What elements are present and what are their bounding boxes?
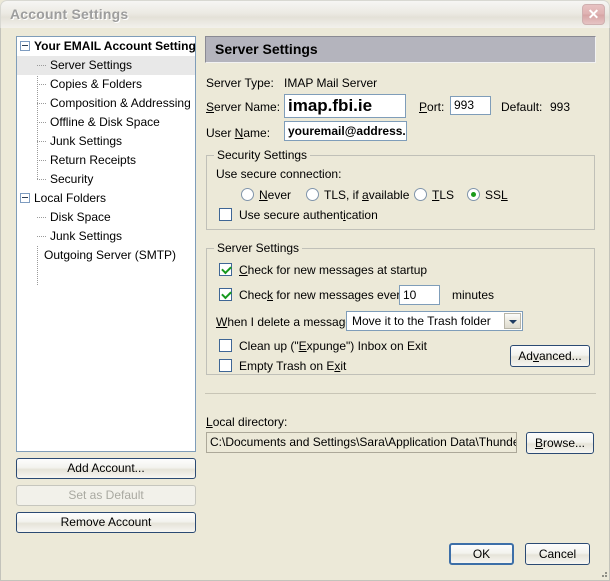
checkbox-check-every[interactable] [219,288,232,301]
tree-item-label: Junk Settings [50,229,123,243]
ok-label: OK [472,547,491,561]
tree-item-offline-and-disk-space[interactable]: Offline & Disk Space [17,113,195,132]
settings-panel: Server Settings Server Type: IMAP Mail S… [205,36,596,565]
set-as-default-label: Set as Default [68,488,144,502]
server-name-label: Server Name: [206,100,281,114]
advanced-label: Advanced... [518,349,582,363]
use-secure-authentication-label: Use secure authentication [239,208,378,222]
server-type-label: Server Type: [206,76,274,90]
browse-button[interactable]: Browse... [526,432,594,454]
radio-never-label: Never [259,188,292,202]
close-icon: ✕ [587,6,600,22]
tree-item-junk-settings-local[interactable]: Junk Settings [17,227,195,246]
remove-account-button[interactable]: Remove Account [16,512,196,533]
server-settings-group-title: Server Settings [214,241,303,255]
tree-item-label: Copies & Folders [50,77,143,91]
close-button[interactable]: ✕ [582,4,605,25]
check-at-startup-label: Check for new messages at startup [239,263,428,277]
tree-item-label: Your EMAIL Account Settings [34,39,196,53]
tree-item-label: Offline & Disk Space [50,115,160,129]
server-name-input[interactable]: imap.fbi.ie [284,94,406,118]
radio-never[interactable] [241,188,254,201]
ok-button[interactable]: OK [449,543,514,565]
radio-tls-label: TLS [432,188,455,202]
tree-item-label: Outgoing Server (SMTP) [44,248,177,262]
tree-item-return-receipts[interactable]: Return Receipts [17,151,195,170]
expunge-on-exit-label: Clean up ("Expunge") Inbox on Exit [239,339,427,353]
minutes-label: minutes [452,288,495,302]
add-account-label: Add Account... [67,461,145,475]
check-every-label: Check for new messages every [239,288,407,302]
radio-tls-if-available[interactable] [306,188,319,201]
dialog-body: Your EMAIL Account Settings Server Setti… [0,28,610,581]
port-label: Port: [419,100,445,114]
tree-item-label: Return Receipts [50,153,137,167]
tree-item-label: Local Folders [34,191,107,205]
tree-item-label: Server Settings [50,58,133,72]
checkbox-check-at-startup[interactable] [219,263,232,276]
radio-ssl-label: SSL [485,188,508,202]
account-tree[interactable]: Your EMAIL Account Settings Server Setti… [16,36,196,452]
checkbox-expunge-on-exit[interactable] [219,339,232,352]
tree-item-copies-and-folders[interactable]: Copies & Folders [17,75,195,94]
port-input[interactable]: 993 [450,96,491,115]
account-settings-dialog: Account Settings ✕ Your EMAIL Account Se… [0,0,610,581]
local-directory-label: Local directory: [206,415,288,429]
tree-item-server-settings[interactable]: Server Settings [17,56,195,75]
advanced-button[interactable]: Advanced... [510,345,590,367]
empty-trash-on-exit-label: Empty Trash on Exit [239,359,347,373]
security-settings-group: Security Settings Use secure connection:… [206,148,595,230]
browse-label: Browse... [534,436,586,450]
tree-item-disk-space[interactable]: Disk Space [17,208,195,227]
default-port-label: Default: [501,100,543,114]
tree-item-label: Composition & Addressing [50,96,191,110]
tree-item-local-folders[interactable]: Local Folders [17,189,195,208]
tree-item-label: Security [50,172,94,186]
tree-item-junk-settings[interactable]: Junk Settings [17,132,195,151]
default-port-value: 993 [550,100,571,114]
collapse-icon[interactable] [20,193,30,203]
chevron-down-icon[interactable] [504,313,521,329]
delete-message-value: Move it to the Trash folder [352,314,491,328]
user-name-input[interactable]: youremail@address.ie [284,121,407,141]
tree-item-security[interactable]: Security [17,170,195,189]
server-type-value: IMAP Mail Server [284,76,378,90]
security-settings-title: Security Settings [214,148,311,162]
remove-account-label: Remove Account [60,515,152,529]
checkbox-empty-trash-on-exit[interactable] [219,359,232,372]
cancel-button[interactable]: Cancel [525,543,590,565]
add-account-button[interactable]: Add Account... [16,458,196,479]
tree-item-label: Disk Space [50,210,111,224]
delete-message-select[interactable]: Move it to the Trash folder [346,311,523,331]
tree-item-outgoing-server-smtp[interactable]: Outgoing Server (SMTP) [17,246,195,265]
radio-tls[interactable] [414,188,427,201]
local-directory-input[interactable]: C:\Documents and Settings\Sara\Applicati… [206,432,517,453]
radio-ssl[interactable] [467,188,480,201]
use-secure-connection-label: Use secure connection: [216,167,342,181]
radio-tls-if-available-label: TLS, if available [324,188,410,202]
cancel-label: Cancel [538,546,577,561]
panel-title: Server Settings [205,36,596,63]
check-interval-input[interactable]: 10 [399,285,440,305]
window-title: Account Settings [10,6,129,22]
user-name-label: User Name: [206,126,271,140]
tree-item-composition-and-addressing[interactable]: Composition & Addressing [17,94,195,113]
set-as-default-button[interactable]: Set as Default [16,485,196,506]
tree-item-label: Junk Settings [50,134,123,148]
resize-grip[interactable] [600,572,607,579]
collapse-icon[interactable] [20,41,30,51]
title-bar: Account Settings ✕ [0,0,610,28]
server-settings-group: Server Settings Check for new messages a… [206,241,595,375]
tree-item-your-email-account-settings[interactable]: Your EMAIL Account Settings [17,37,195,56]
delete-message-label: When I delete a message: [216,315,356,329]
checkbox-use-secure-authentication[interactable] [219,208,232,221]
